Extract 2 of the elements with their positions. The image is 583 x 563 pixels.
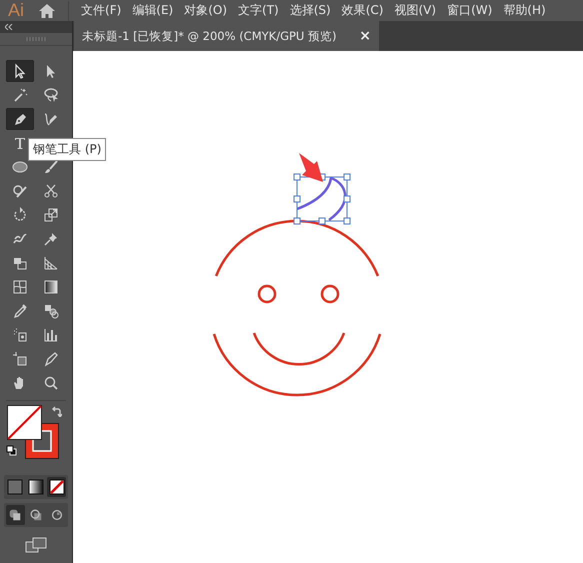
document-title: 未标题-1 [已恢复]* @ 200% (CMYK/GPU 预览) — [82, 28, 336, 44]
tooltip: 钢笔工具 (P) — [28, 138, 106, 161]
